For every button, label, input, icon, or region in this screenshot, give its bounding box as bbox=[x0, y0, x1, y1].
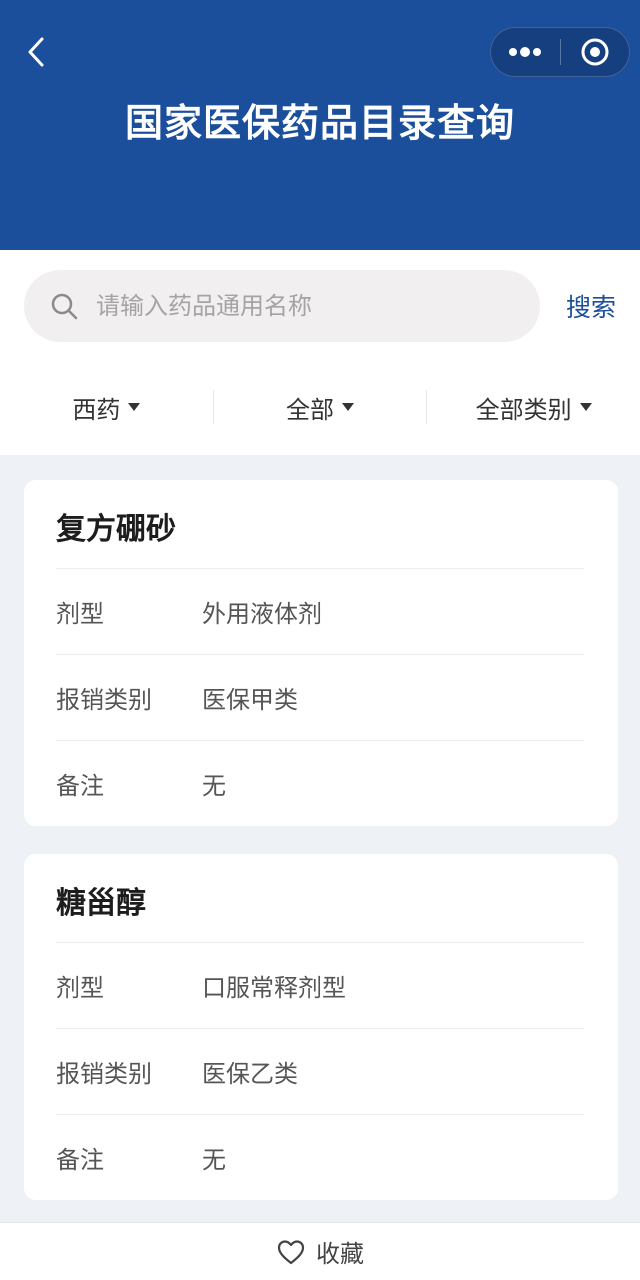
caret-down-icon bbox=[128, 403, 141, 411]
bottom-bar: 收藏 bbox=[0, 1222, 640, 1280]
row-value: 无 bbox=[202, 1146, 226, 1174]
row-value: 医保甲类 bbox=[202, 686, 298, 714]
drug-card[interactable]: 复方硼砂 剂型 外用液体剂 报销类别 医保甲类 备注 无 bbox=[24, 480, 618, 826]
drug-row-reimbursement: 报销类别 医保乙类 bbox=[56, 1028, 584, 1114]
drug-row-reimbursement: 报销类别 医保甲类 bbox=[56, 654, 584, 740]
filter-label: 全部类别 bbox=[475, 395, 572, 424]
row-label: 剂型 bbox=[56, 974, 104, 1002]
drug-card[interactable]: 糖甾醇 剂型 口服常释剂型 报销类别 医保乙类 备注 无 bbox=[24, 854, 618, 1200]
filter-category[interactable]: 全部类别 bbox=[427, 372, 640, 442]
filter-label: 西药 bbox=[72, 395, 121, 424]
row-label: 备注 bbox=[56, 1146, 104, 1174]
filter-label: 全部 bbox=[286, 395, 334, 424]
heart-outline-icon bbox=[277, 1239, 305, 1264]
row-value: 口服常释剂型 bbox=[202, 974, 346, 1002]
favorite-label: 收藏 bbox=[316, 1240, 364, 1268]
caret-down-icon bbox=[579, 403, 592, 411]
search-box[interactable] bbox=[24, 270, 540, 342]
chevron-left-icon bbox=[28, 37, 44, 67]
drug-row-remark: 备注 无 bbox=[56, 1114, 584, 1200]
more-dots-icon bbox=[509, 47, 542, 57]
search-section: 搜索 西药 全部 全部类别 bbox=[0, 250, 640, 455]
close-mini-program-button[interactable] bbox=[561, 28, 630, 76]
filter-medicine-type[interactable]: 西药 bbox=[0, 372, 213, 442]
filter-scope[interactable]: 全部 bbox=[214, 372, 427, 442]
row-label: 剂型 bbox=[56, 600, 104, 628]
row-label: 备注 bbox=[56, 772, 104, 800]
header-bar: 国家医保药品目录查询 bbox=[0, 0, 640, 250]
target-circle-icon bbox=[581, 38, 609, 66]
row-value: 医保乙类 bbox=[202, 1060, 298, 1088]
drug-name: 糖甾醇 bbox=[56, 886, 146, 921]
row-value: 外用液体剂 bbox=[202, 600, 322, 628]
search-button[interactable]: 搜索 bbox=[566, 288, 616, 324]
row-label: 报销类别 bbox=[56, 1060, 152, 1088]
filter-bar: 西药 全部 全部类别 bbox=[0, 372, 640, 442]
drug-row-dosage-form: 剂型 口服常释剂型 bbox=[56, 942, 584, 1028]
page-title: 国家医保药品目录查询 bbox=[124, 101, 515, 145]
drug-row-dosage-form: 剂型 外用液体剂 bbox=[56, 568, 584, 654]
row-label: 报销类别 bbox=[56, 686, 152, 714]
more-button[interactable] bbox=[491, 28, 560, 76]
drug-row-remark: 备注 无 bbox=[56, 740, 584, 826]
mini-program-capsule bbox=[490, 27, 630, 77]
caret-down-icon bbox=[342, 403, 354, 411]
back-button[interactable] bbox=[18, 34, 54, 70]
search-icon bbox=[51, 293, 78, 320]
drug-name: 复方硼砂 bbox=[56, 512, 176, 547]
favorite-button[interactable]: 收藏 bbox=[276, 1234, 364, 1269]
search-input[interactable] bbox=[96, 292, 496, 320]
row-value: 无 bbox=[202, 772, 226, 800]
